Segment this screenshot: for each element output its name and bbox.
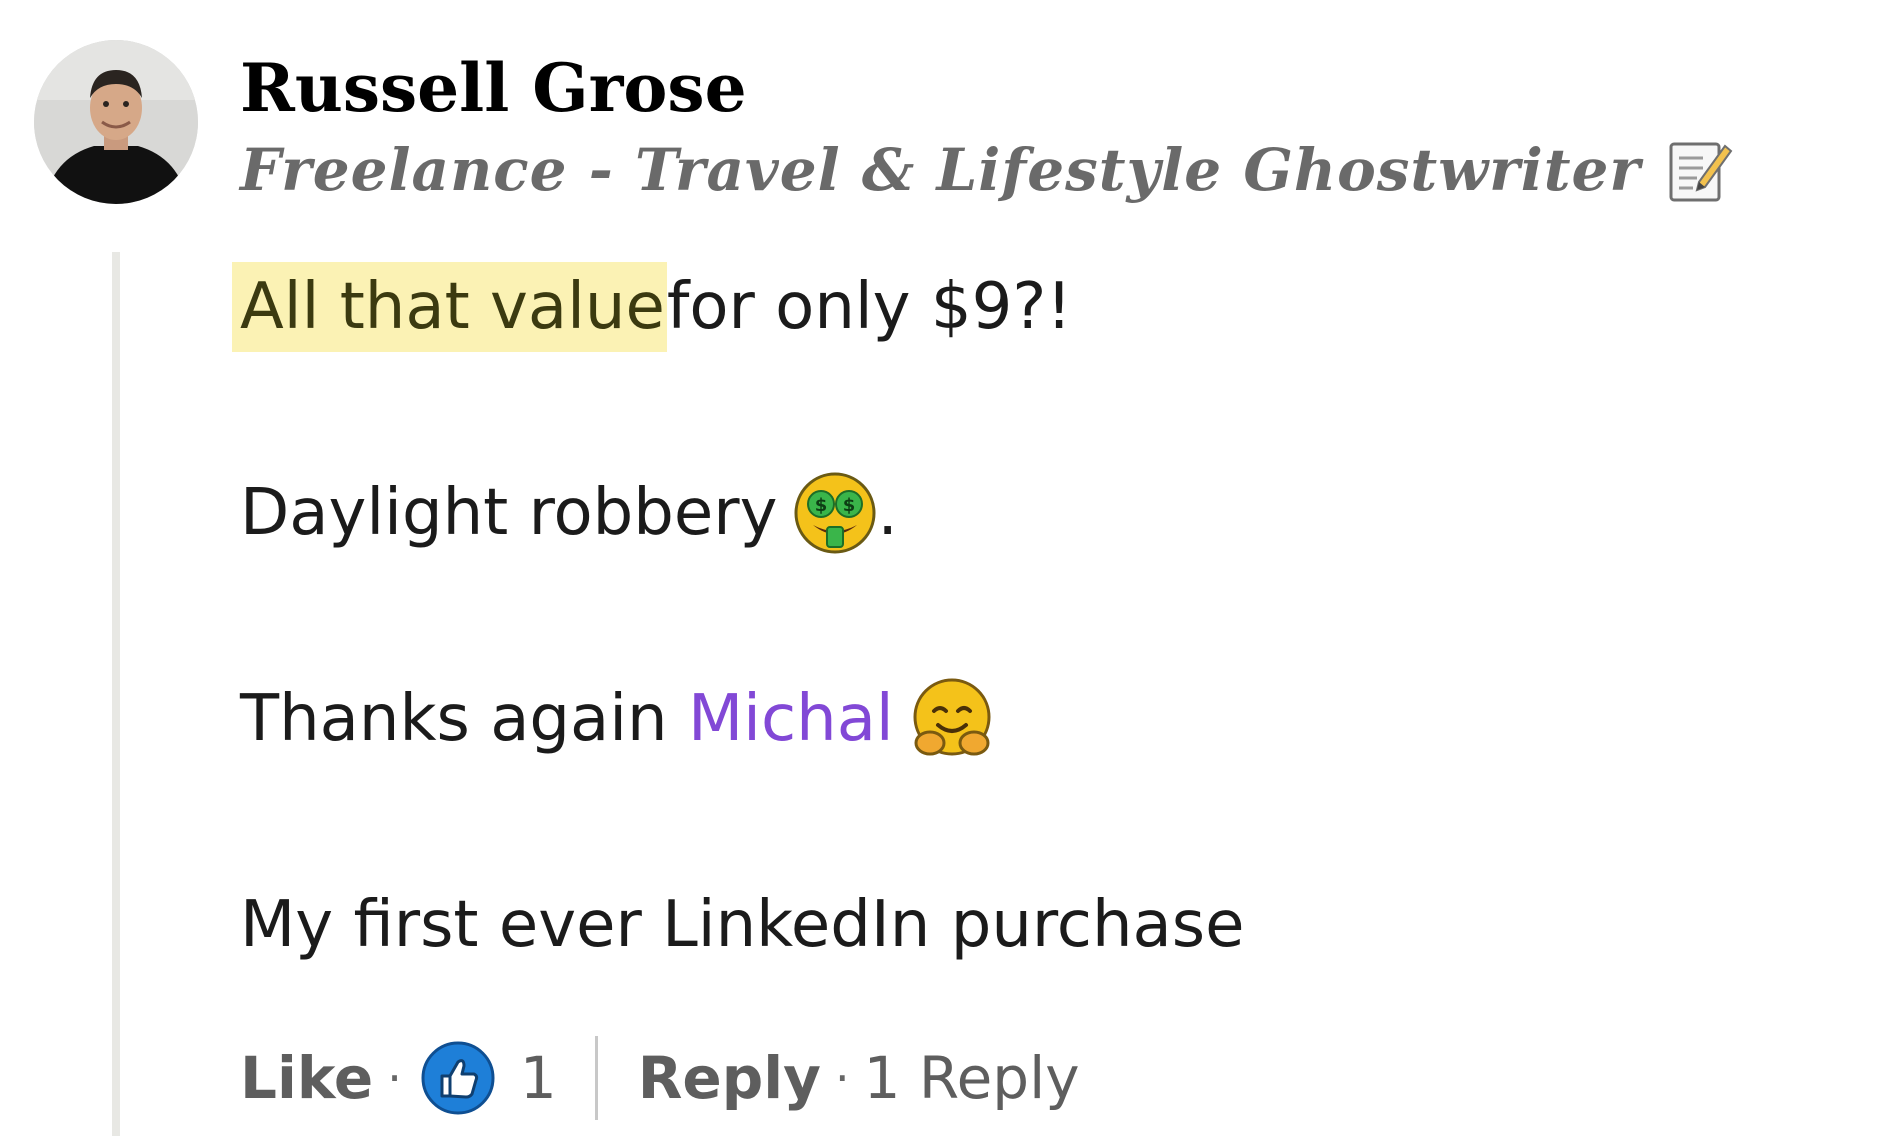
reply-button[interactable]: Reply xyxy=(638,1044,821,1112)
avatar[interactable] xyxy=(34,40,198,204)
like-button[interactable]: Like xyxy=(240,1044,373,1112)
money-mouth-face-icon: $ $ xyxy=(793,471,877,555)
comment-line: Daylight robbery $ $ . xyxy=(240,468,898,558)
thread-line xyxy=(112,252,120,1136)
separator-dot: · xyxy=(387,1051,402,1105)
comment-text: for only $9?! xyxy=(666,270,1072,344)
memo-icon xyxy=(1663,134,1735,206)
thumbs-up-icon[interactable] xyxy=(420,1040,496,1116)
separator-dot: · xyxy=(834,1051,850,1105)
svg-text:$: $ xyxy=(843,495,856,516)
comment-line: All that value for only $9?! xyxy=(232,262,1072,352)
divider xyxy=(594,1036,598,1120)
comment-card: Russell Grose Freelance - Travel & Lifes… xyxy=(0,0,1890,1136)
comment-actions: Like · 1 Reply · 1 Reply xyxy=(240,1032,1080,1124)
comment-text-end: . xyxy=(877,476,898,550)
comment-text: Daylight robbery xyxy=(240,476,778,550)
comment-line: Thanks again Michal xyxy=(240,674,994,764)
author-headline-row: Freelance - Travel & Lifestyle Ghostwrit… xyxy=(240,130,1735,210)
comment-text: Thanks again xyxy=(240,682,668,756)
avatar-photo xyxy=(34,40,198,204)
reaction-count[interactable]: 1 xyxy=(520,1044,557,1112)
comment-line: My first ever LinkedIn purchase xyxy=(240,880,1244,970)
comment-text: My first ever LinkedIn purchase xyxy=(240,888,1245,962)
author-headline: Freelance - Travel & Lifestyle Ghostwrit… xyxy=(240,136,1641,204)
author-name[interactable]: Russell Grose xyxy=(240,48,747,128)
hugging-face-icon xyxy=(910,677,994,761)
highlighted-text: All that value xyxy=(232,262,667,352)
svg-text:$: $ xyxy=(815,495,828,516)
replies-count-link[interactable]: 1 Reply xyxy=(864,1044,1080,1112)
mention-link[interactable]: Michal xyxy=(688,674,894,764)
